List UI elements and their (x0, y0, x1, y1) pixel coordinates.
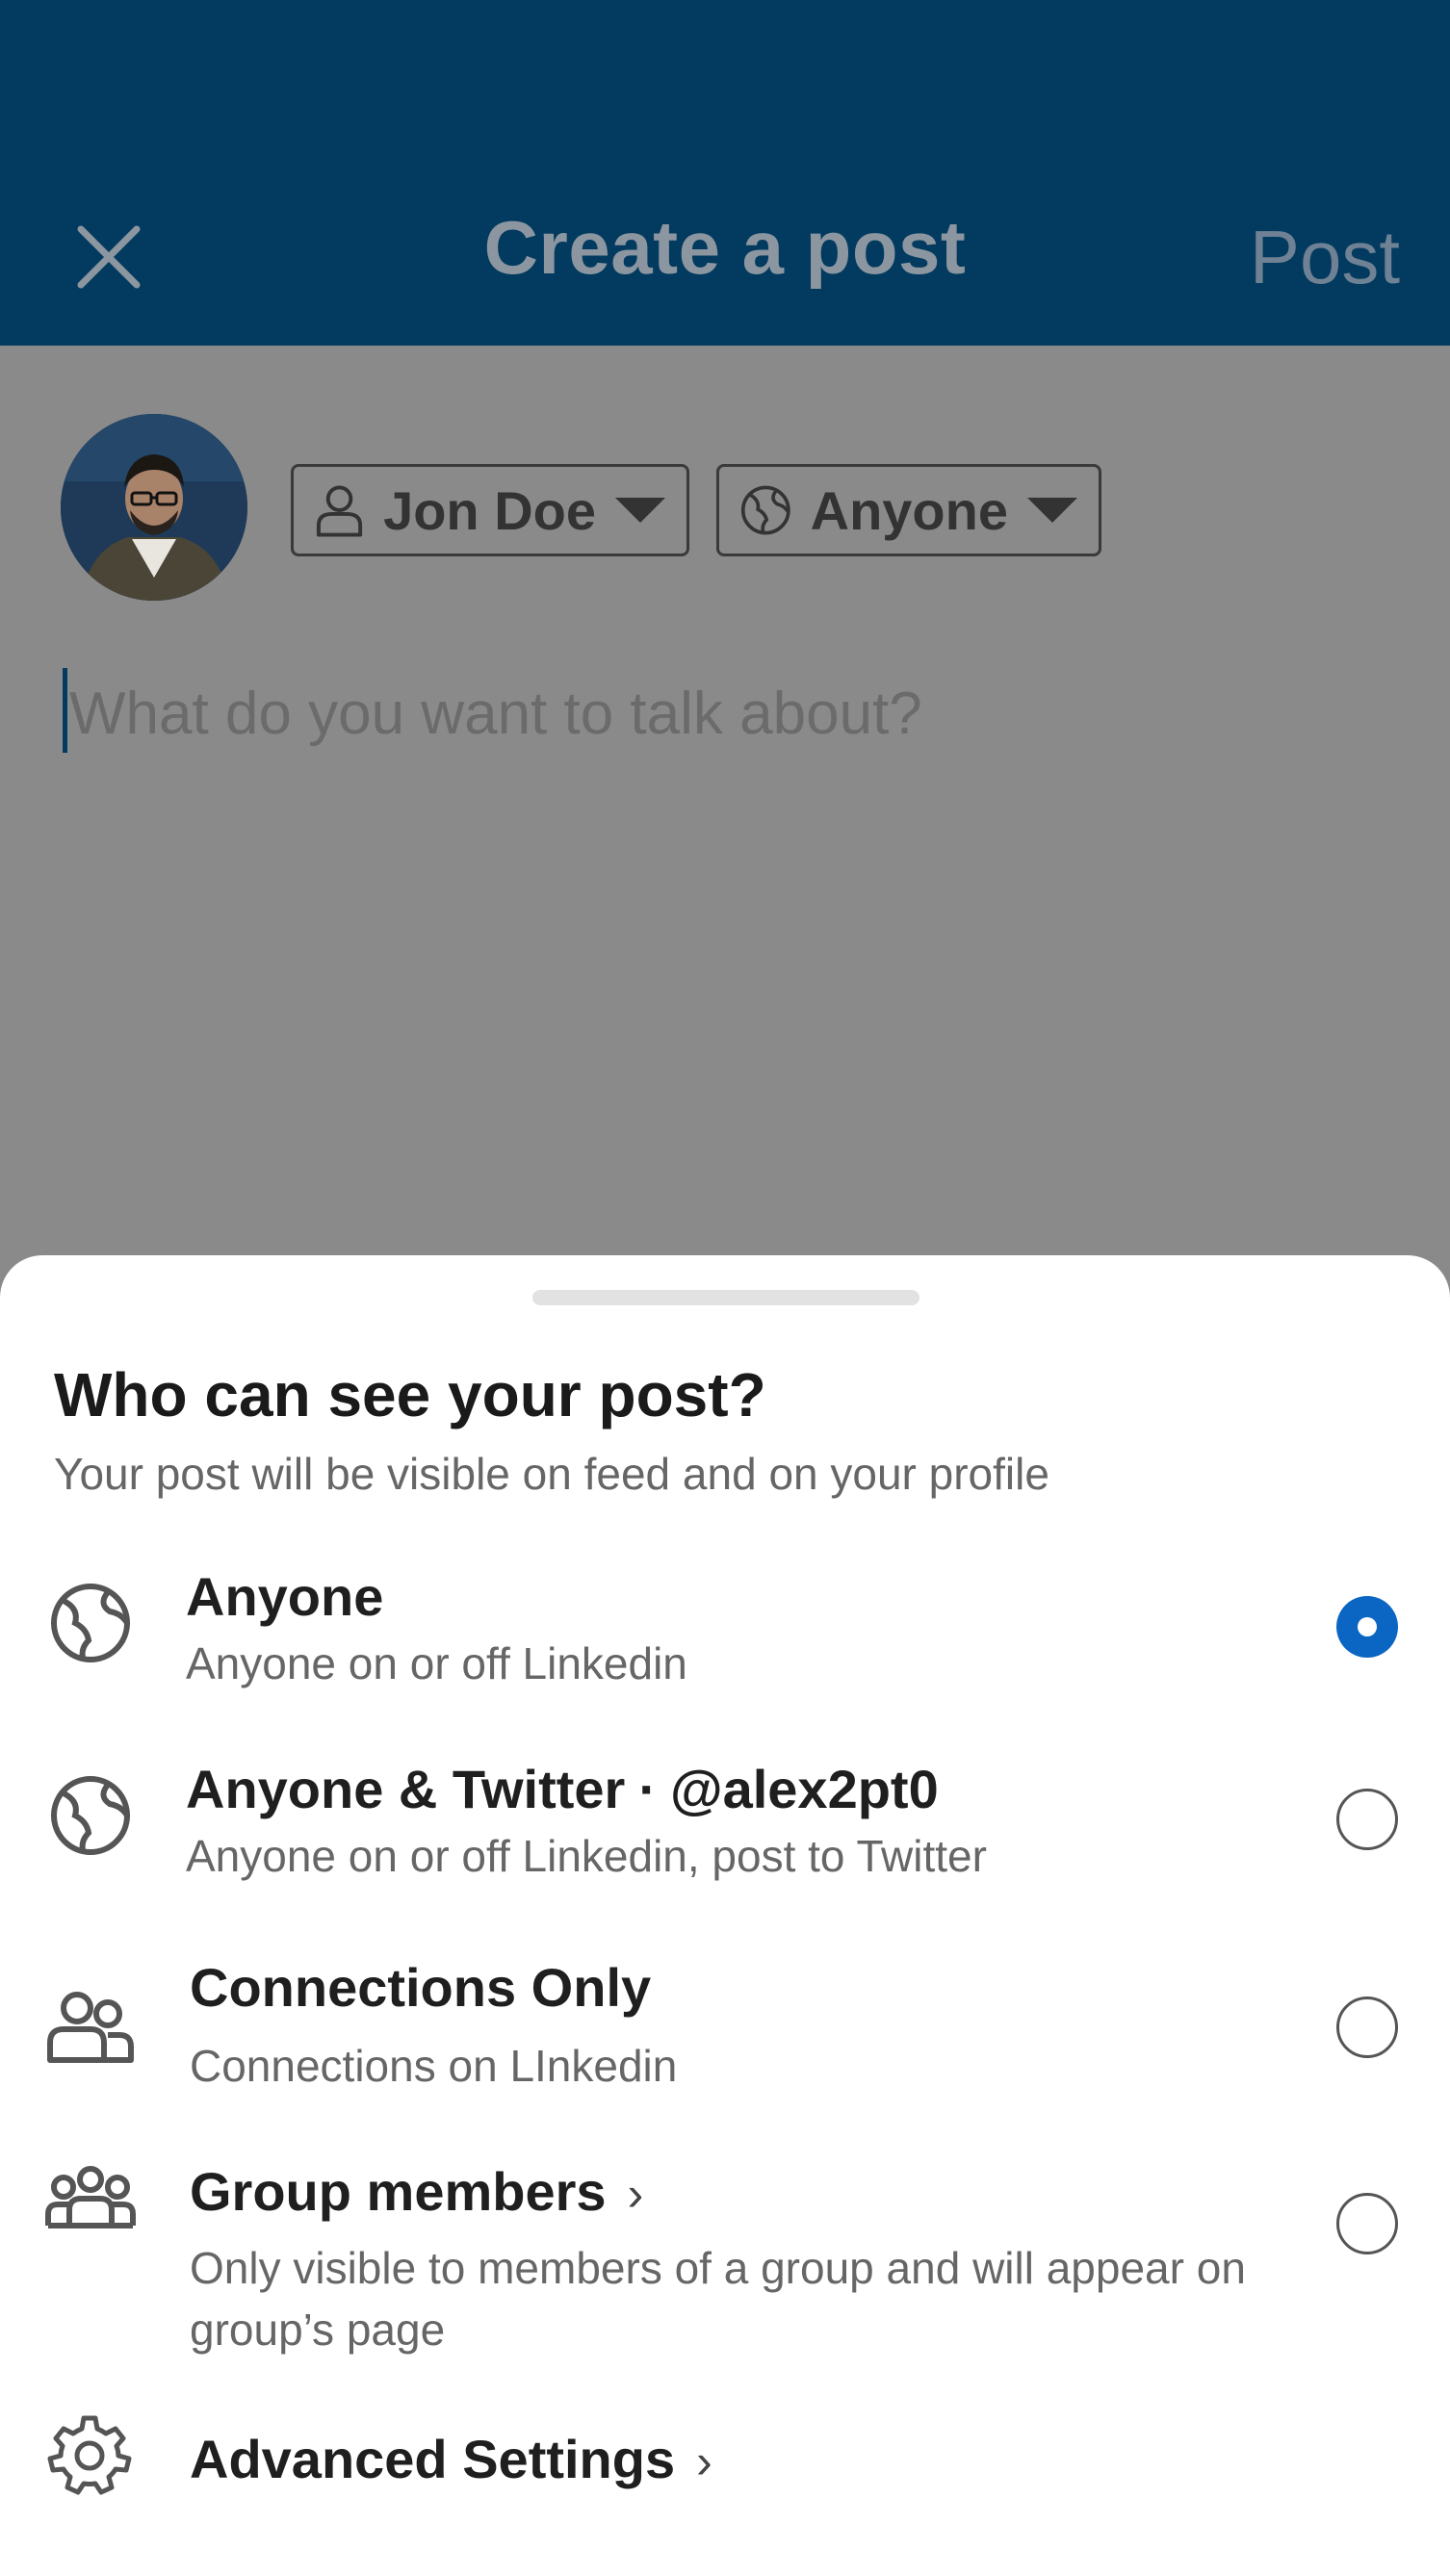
option-title-text: Group members (190, 2161, 607, 2222)
separator-dot: · (638, 1759, 657, 1819)
group-icon (45, 2166, 136, 2228)
radio-anyone-twitter[interactable] (1336, 1789, 1398, 1850)
sheet-title: Who can see your post? (54, 1360, 766, 1430)
twitter-handle: @alex2pt0 (669, 1759, 939, 1819)
option-description: Only visible to members of a group and w… (190, 2243, 1246, 2355)
create-post-screen: Create a post Post Jon Doe Anyone What d… (0, 0, 1450, 2576)
option-title: Connections Only (190, 1957, 652, 2018)
avatar (61, 414, 247, 601)
visibility-option-connections[interactable]: Connections Only Connections on LInkedin (0, 1929, 1450, 2122)
advanced-settings-label: Advanced Settings (190, 2429, 676, 2489)
option-description: Anyone on or off Linkedin, post to Twitt… (186, 1831, 987, 1881)
post-text-input[interactable]: What do you want to talk about? (69, 680, 922, 748)
globe-icon (740, 485, 790, 535)
globe-icon (51, 1584, 130, 1662)
person-icon (316, 485, 363, 537)
advanced-settings-row[interactable]: Advanced Settings › (0, 2397, 1450, 2532)
option-title: Anyone (186, 1566, 384, 1627)
sheet-drag-handle[interactable] (532, 1290, 919, 1305)
radio-group-members[interactable] (1336, 2193, 1398, 2254)
sheet-subtitle: Your post will be visible on feed and on… (54, 1449, 1049, 1499)
option-title: Anyone & Twitter · @alex2pt0 (186, 1758, 939, 1820)
gear-icon (47, 2415, 132, 2495)
visibility-bottom-sheet: Who can see your post? Your post will be… (0, 1255, 1450, 2576)
audience-label: Anyone (810, 479, 1008, 541)
author-name: Jon Doe (383, 479, 596, 541)
chevron-down-icon (1027, 498, 1077, 523)
radio-anyone[interactable] (1336, 1596, 1398, 1658)
post-button[interactable]: Post (1250, 214, 1400, 301)
chevron-down-icon (615, 498, 665, 523)
text-cursor (63, 668, 67, 753)
globe-icon (51, 1776, 130, 1855)
connections-icon (47, 1992, 134, 2063)
avatar-photo (61, 414, 247, 601)
chevron-right-icon: › (696, 2434, 712, 2488)
option-description: Connections on LInkedin (190, 2041, 678, 2091)
chevron-right-icon: › (627, 2167, 644, 2221)
visibility-option-anyone-twitter[interactable]: Anyone & Twitter · @alex2pt0 Anyone on or … (0, 1737, 1450, 1910)
author-selector[interactable]: Jon Doe (291, 464, 689, 556)
top-bar: Create a post Post (0, 0, 1450, 346)
audience-selector[interactable]: Anyone (716, 464, 1101, 556)
visibility-option-anyone[interactable]: Anyone Anyone on or off Linkedin (0, 1544, 1450, 1717)
option-title-text: Anyone & Twitter (186, 1759, 626, 1819)
option-title: Advanced Settings › (190, 2428, 712, 2490)
option-title: Group members › (190, 2160, 643, 2223)
visibility-option-group-members[interactable]: Group members › Only visible to members o… (0, 2141, 1450, 2372)
radio-connections[interactable] (1336, 1996, 1398, 2058)
option-description: Anyone on or off Linkedin (186, 1638, 687, 1688)
page-title: Create a post (483, 205, 967, 290)
